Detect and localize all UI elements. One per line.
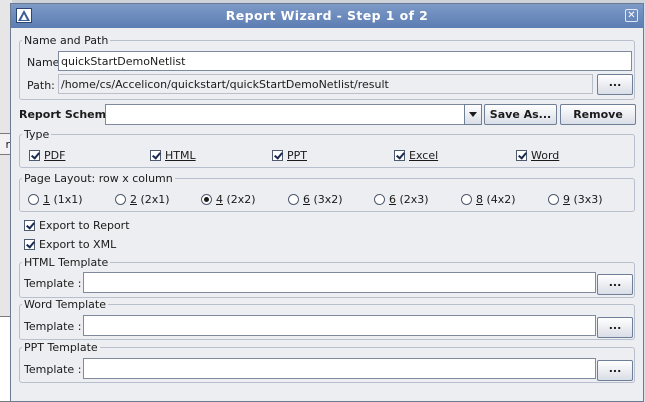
save-as-button[interactable]: Save As... (484, 104, 557, 125)
radio-icon (115, 194, 126, 205)
radio-icon (461, 194, 472, 205)
radio-selected-icon (201, 194, 212, 205)
html-template-input[interactable] (83, 272, 596, 293)
layout-option-number: 9 (563, 193, 570, 206)
checkbox-icon (24, 239, 35, 250)
type-legend: Type (24, 128, 50, 141)
type-html-label: HTML (165, 149, 196, 162)
checkbox-icon (516, 150, 527, 161)
layout-option-dims: (1x1) (53, 193, 83, 206)
type-excel-checkbox[interactable]: Excel (394, 149, 438, 162)
type-pdf-checkbox[interactable]: PDF (29, 149, 65, 162)
type-html-checkbox[interactable]: HTML (150, 149, 196, 162)
type-word-checkbox[interactable]: Word (516, 149, 559, 162)
layout-option-dims: (2x2) (226, 193, 256, 206)
word-template-label: Template : (24, 320, 82, 333)
layout-option-2x1[interactable]: 2 (2x1) (115, 193, 170, 206)
layout-option-number: 2 (130, 193, 137, 206)
layout-option-dims: (4x2) (486, 193, 516, 206)
chevron-down-icon[interactable] (464, 104, 482, 125)
close-icon[interactable]: ✕ (625, 9, 638, 22)
type-ppt-checkbox[interactable]: PPT (272, 149, 307, 162)
export-to-report-checkbox[interactable]: Export to Report (24, 219, 130, 232)
dialog-titlebar[interactable]: Report Wizard - Step 1 of 2 ✕ (11, 4, 643, 28)
layout-option-2x2[interactable]: 4 (2x2) (201, 193, 256, 206)
export-to-xml-checkbox[interactable]: Export to XML (24, 238, 116, 251)
radio-icon (548, 194, 559, 205)
layout-option-dims: (3x2) (313, 193, 343, 206)
layout-option-number: 1 (43, 193, 50, 206)
ppt-template-input[interactable] (83, 358, 596, 379)
report-scheme-input[interactable] (105, 104, 465, 125)
html-template-legend: HTML Template (24, 256, 109, 269)
checkbox-icon (272, 150, 283, 161)
html-template-label: Template : (24, 277, 82, 290)
html-template-browse-button[interactable]: ... (597, 274, 633, 295)
word-template-input[interactable] (83, 315, 596, 336)
export-to-report-label: Export to Report (39, 219, 130, 232)
path-browse-button[interactable]: ... (597, 74, 633, 95)
layout-option-4x2[interactable]: 8 (4x2) (461, 193, 516, 206)
ppt-template-browse-button[interactable]: ... (597, 360, 633, 381)
layout-option-number: 6 (389, 193, 396, 206)
ppt-template-label: Template : (24, 363, 82, 376)
checkbox-icon (150, 150, 161, 161)
layout-option-number: 6 (303, 193, 310, 206)
layout-option-number: 8 (476, 193, 483, 206)
layout-option-3x2[interactable]: 6 (3x2) (288, 193, 343, 206)
checkbox-icon (29, 150, 40, 161)
name-input[interactable] (58, 51, 632, 71)
layout-option-3x3[interactable]: 9 (3x3) (548, 193, 603, 206)
layout-option-2x3[interactable]: 6 (2x3) (374, 193, 429, 206)
radio-icon (288, 194, 299, 205)
layout-option-dims: (3x3) (573, 193, 603, 206)
layout-option-number: 4 (216, 193, 223, 206)
type-word-label: Word (531, 149, 560, 162)
layout-option-dims: (2x3) (399, 193, 429, 206)
path-input[interactable] (58, 74, 593, 94)
name-and-path-legend: Name and Path (24, 34, 109, 47)
checkbox-icon (394, 150, 405, 161)
radio-icon (28, 194, 39, 205)
ppt-template-legend: PPT Template (24, 341, 98, 354)
type-pdf-label: PDF (44, 149, 66, 162)
page-layout-legend: Page Layout: row x column (24, 172, 173, 185)
type-ppt-label: PPT (287, 149, 307, 162)
type-excel-label: Excel (409, 149, 439, 162)
checkbox-icon (24, 220, 35, 231)
type-group: Type (19, 128, 635, 168)
word-template-legend: Word Template (24, 298, 106, 311)
report-wizard-dialog: Report Wizard - Step 1 of 2 ✕ Name and P… (10, 3, 644, 402)
path-label: Path: (27, 79, 55, 92)
dialog-title: Report Wizard - Step 1 of 2 (225, 8, 429, 23)
layout-option-dims: (2x1) (140, 193, 170, 206)
word-template-browse-button[interactable]: ... (597, 317, 633, 338)
radio-icon (374, 194, 385, 205)
layout-option-1x1[interactable]: 1 (1x1) (28, 193, 83, 206)
remove-button[interactable]: Remove (560, 104, 636, 125)
export-to-xml-label: Export to XML (39, 238, 117, 251)
page-layout-group: Page Layout: row x column (19, 172, 635, 212)
